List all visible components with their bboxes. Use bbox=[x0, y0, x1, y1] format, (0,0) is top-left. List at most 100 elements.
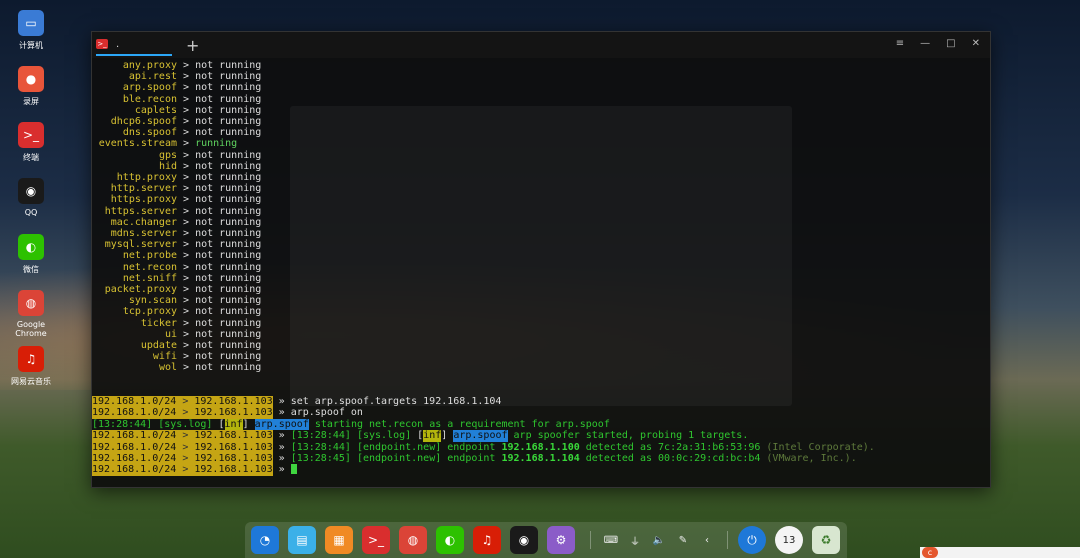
module-status: not running bbox=[195, 261, 262, 273]
module-status: not running bbox=[195, 194, 262, 206]
module-row: update > not running bbox=[92, 340, 990, 351]
launcher-icon[interactable]: ◔ bbox=[251, 526, 279, 554]
prompt-ip: 192.168.1.103 bbox=[194, 396, 273, 407]
maximize-button[interactable]: □ bbox=[946, 38, 955, 49]
module-name: events.stream bbox=[98, 138, 177, 150]
volume-icon[interactable]: 🔈 bbox=[649, 535, 669, 546]
log-line: [13:28:44] [sys.log] [inf] arp.spoof sta… bbox=[92, 418, 610, 431]
settings-icon[interactable]: ⚙ bbox=[547, 526, 575, 554]
netease-music-icon[interactable]: ♫ bbox=[473, 526, 501, 554]
module-name: ble.recon bbox=[122, 93, 177, 105]
desktop-icon-label: QQ bbox=[24, 208, 38, 217]
desktop-icon-screen-record[interactable]: ● 录屏 bbox=[8, 66, 54, 107]
power-icon[interactable]: ⏻ bbox=[738, 526, 766, 554]
module-status: not running bbox=[195, 216, 262, 228]
module-name: dns.spoof bbox=[122, 127, 177, 139]
module-name: https.server bbox=[104, 205, 177, 217]
module-row: net.probe > not running bbox=[92, 250, 990, 261]
desktop-icon-label: 计算机 bbox=[19, 41, 43, 50]
module-name: update bbox=[140, 340, 177, 352]
module-name: gps bbox=[158, 149, 177, 161]
module-status: not running bbox=[195, 60, 262, 71]
menu-button[interactable]: ≡ bbox=[896, 38, 904, 49]
prompt-net: 192.168.1.0/24 bbox=[92, 396, 177, 407]
module-name: http.proxy bbox=[116, 172, 177, 184]
module-status: not running bbox=[195, 306, 262, 318]
module-status: not running bbox=[195, 239, 262, 251]
terminal-icon[interactable]: >_ bbox=[362, 526, 390, 554]
module-status: not running bbox=[195, 228, 262, 240]
module-name: dhcp6.spoof bbox=[110, 116, 177, 128]
trash-icon[interactable]: ♻ bbox=[812, 526, 840, 554]
dock-separator bbox=[590, 531, 591, 549]
input-line[interactable]: 192.168.1.0/24 > 192.168.1.103 » bbox=[92, 464, 990, 476]
module-name: tcp.proxy bbox=[122, 306, 177, 318]
qq-icon: ◉ bbox=[18, 178, 44, 204]
desktop-icon-qq[interactable]: ◉ QQ bbox=[8, 178, 54, 217]
module-name: https.proxy bbox=[110, 194, 177, 206]
module-row: dhcp6.spoof > not running bbox=[92, 116, 990, 127]
new-tab-button[interactable]: + bbox=[186, 36, 199, 55]
usb-icon[interactable]: ⏚ bbox=[625, 533, 645, 548]
command-output: 192.168.1.0/24 > 192.168.1.103 » set arp… bbox=[92, 396, 990, 476]
screen-record-icon: ● bbox=[18, 66, 44, 92]
desktop-icon-chrome[interactable]: ◍ Google Chrome bbox=[8, 290, 54, 338]
close-button[interactable]: ✕ bbox=[972, 38, 980, 49]
module-name: wol bbox=[158, 362, 177, 374]
module-row: mysql.server > not running bbox=[92, 239, 990, 250]
module-row: wol > not running bbox=[92, 362, 990, 373]
module-status: running bbox=[195, 138, 238, 150]
desktop-icon-terminal[interactable]: >_ 终端 bbox=[8, 122, 54, 163]
pen-icon[interactable]: ✎ bbox=[673, 535, 693, 546]
module-row: tcp.proxy > not running bbox=[92, 306, 990, 317]
dock-separator bbox=[727, 531, 728, 549]
desktop-icon-label: 网易云音乐 bbox=[11, 377, 51, 386]
command-line: 192.168.1.0/24 > 192.168.1.103 » arp.spo… bbox=[92, 407, 363, 419]
module-row: api.rest > not running bbox=[92, 71, 990, 82]
wechat-icon: ◐ bbox=[18, 234, 44, 260]
corner-watermark: c bbox=[920, 547, 1080, 558]
module-name: any.proxy bbox=[122, 60, 177, 71]
module-name: net.recon bbox=[122, 261, 177, 273]
module-status: not running bbox=[195, 116, 262, 128]
command-line: 192.168.1.0/24 > 192.168.1.103 » set arp… bbox=[92, 396, 502, 408]
desktop-icon-wechat[interactable]: ◐ 微信 bbox=[8, 234, 54, 275]
log-line: 192.168.1.0/24 > 192.168.1.103 » [13:28:… bbox=[92, 441, 875, 454]
wechat-icon[interactable]: ◐ bbox=[436, 526, 464, 554]
qq-icon[interactable]: ◉ bbox=[510, 526, 538, 554]
module-name: http.server bbox=[110, 183, 177, 195]
module-status: not running bbox=[195, 82, 262, 94]
command-text: arp.spoof on bbox=[290, 407, 363, 419]
text-cursor bbox=[290, 464, 297, 475]
module-row: ui > not running bbox=[92, 329, 990, 340]
desktop-icon-label: 终端 bbox=[23, 153, 39, 162]
desktop-icon-netease-music[interactable]: ♫ 网易云音乐 bbox=[8, 346, 54, 387]
file-manager-icon[interactable]: ▤ bbox=[288, 526, 316, 554]
collapse-tray-icon[interactable]: ‹ bbox=[697, 535, 717, 546]
module-status: not running bbox=[195, 93, 262, 105]
module-name: hid bbox=[158, 160, 177, 172]
module-row: ticker > not running bbox=[92, 318, 990, 329]
module-list: any.proxy > not running api.rest > not ru… bbox=[92, 60, 990, 374]
module-status: not running bbox=[195, 160, 262, 172]
module-status: not running bbox=[195, 351, 262, 363]
chrome-icon: ◍ bbox=[18, 290, 44, 316]
module-row: net.sniff > not running bbox=[92, 273, 990, 284]
module-row: mdns.server > not running bbox=[92, 228, 990, 239]
minimize-button[interactable]: — bbox=[920, 38, 930, 49]
module-row: https.server > not running bbox=[92, 206, 990, 217]
module-status: not running bbox=[195, 71, 262, 83]
module-row: http.server > not running bbox=[92, 183, 990, 194]
clock-widget[interactable]: 13 bbox=[775, 526, 803, 554]
keyboard-icon[interactable]: ⌨ bbox=[601, 535, 621, 546]
desktop-icon-computer[interactable]: ▭ 计算机 bbox=[8, 10, 54, 51]
module-row: arp.spoof > not running bbox=[92, 82, 990, 93]
app-store-icon[interactable]: ▦ bbox=[325, 526, 353, 554]
module-name: wifi bbox=[152, 351, 177, 363]
module-name: ticker bbox=[140, 317, 177, 329]
chrome-icon[interactable]: ◍ bbox=[399, 526, 427, 554]
module-status: not running bbox=[195, 205, 262, 217]
terminal-window[interactable]: >_ . + ≡ — □ ✕ any.proxy > not running ap… bbox=[91, 31, 991, 488]
terminal-tab[interactable]: >_ . bbox=[96, 34, 172, 56]
module-row: hid > not running bbox=[92, 161, 990, 172]
